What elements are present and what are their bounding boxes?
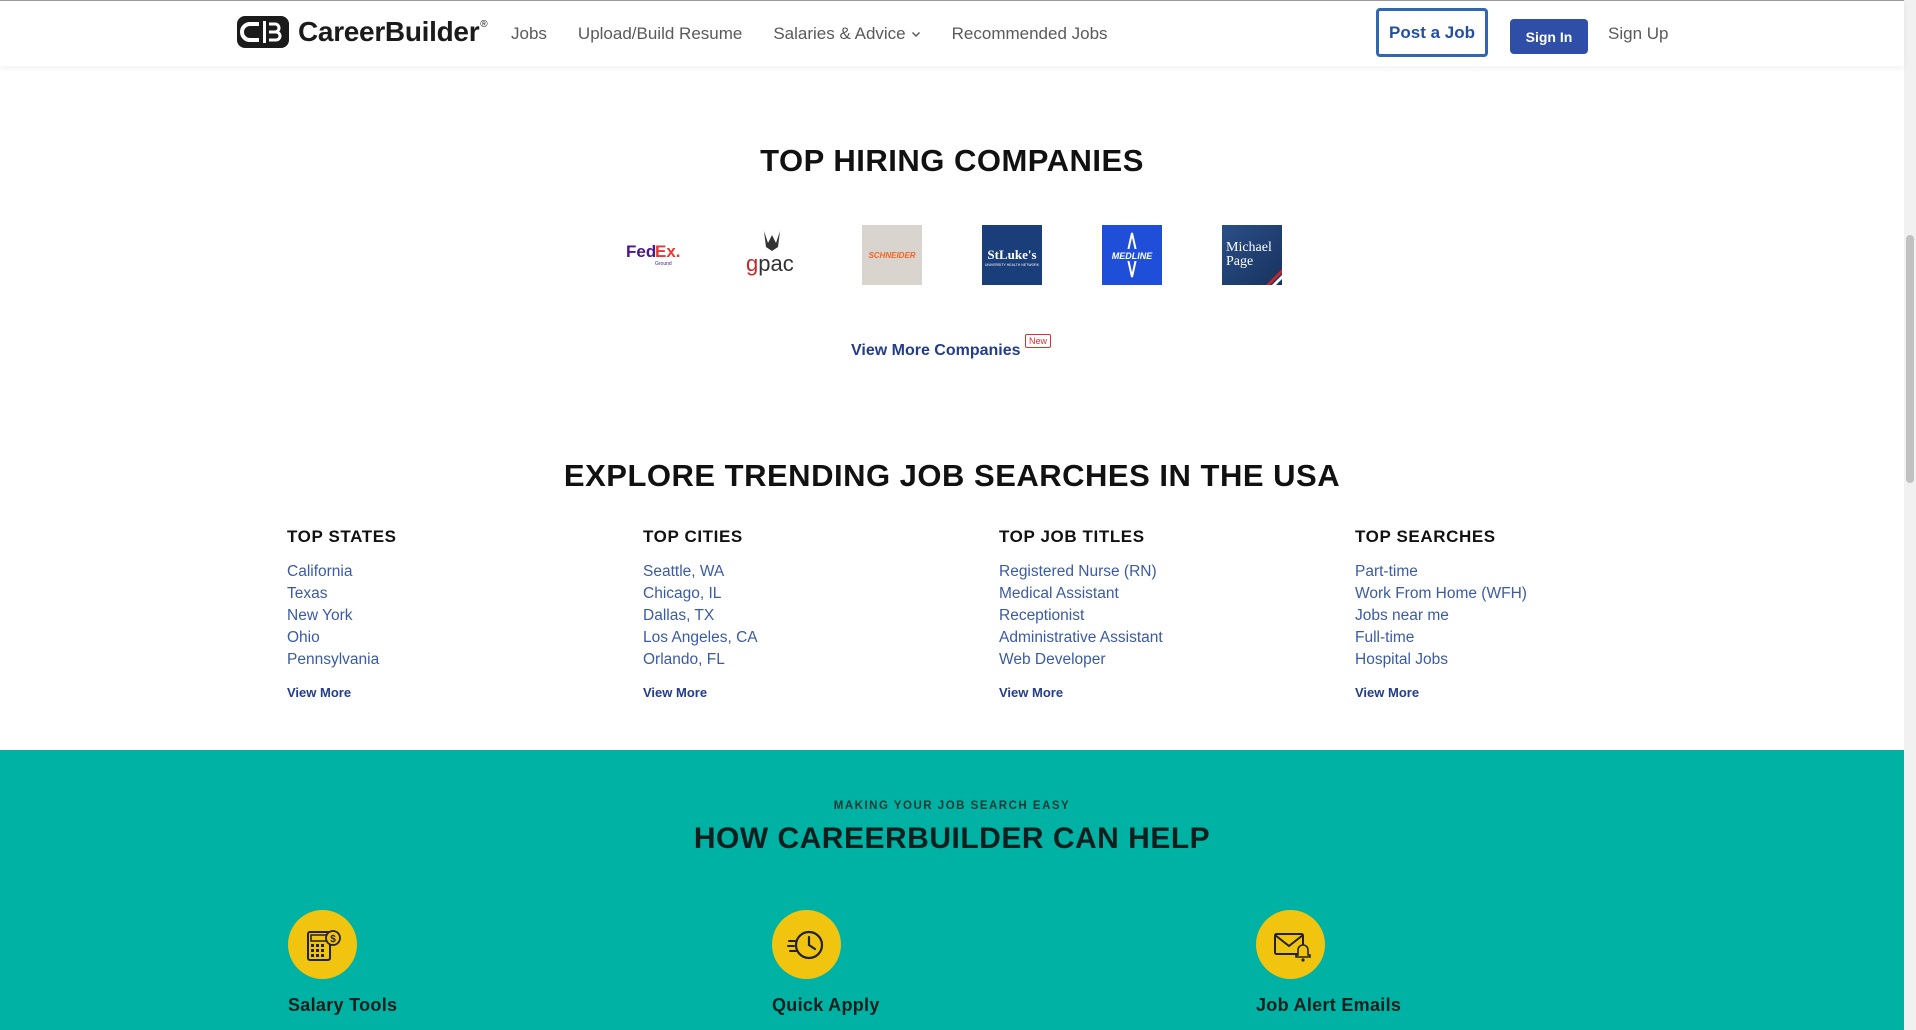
top-job-titles-column: TOP JOB TITLES Registered Nurse (RN) Med… [999, 527, 1329, 700]
state-link[interactable]: California [287, 561, 617, 583]
view-more-states-link[interactable]: View More [287, 685, 617, 700]
st-lukes-icon: StLuke's UNIVERSITY HEALTH NETWORK [985, 247, 1040, 267]
trending-title: EXPLORE TRENDING JOB SEARCHES IN THE USA [563, 458, 1341, 493]
quick-apply-label: Quick Apply [772, 995, 880, 1015]
nav-recommended-jobs[interactable]: Recommended Jobs [952, 24, 1108, 44]
quick-apply-feature[interactable]: Quick Apply [772, 910, 879, 1015]
job-title-link[interactable]: Medical Assistant [999, 583, 1329, 605]
state-link[interactable]: Pennsylvania [287, 649, 617, 671]
help-title: HOW CAREERBUILDER CAN HELP [693, 822, 1211, 855]
nav-jobs[interactable]: Jobs [511, 24, 547, 44]
state-link[interactable]: New York [287, 605, 617, 627]
registered-mark: ® [480, 18, 488, 30]
michael-page-icon: Michael Page [1226, 240, 1282, 285]
post-job-button[interactable]: Post a Job [1376, 8, 1488, 57]
svg-text:Ex.: Ex. [655, 242, 681, 261]
view-more-job-titles-link[interactable]: View More [999, 685, 1329, 700]
schneider-logo[interactable]: SCHNEIDER [862, 225, 922, 285]
calculator-icon: $ [288, 910, 357, 979]
salary-tools-feature[interactable]: $ Salary Tools [288, 910, 397, 1015]
view-more-companies-link[interactable]: View More Companies [851, 342, 1021, 360]
search-link[interactable]: Hospital Jobs [1355, 649, 1685, 671]
brand-name: CareerBuilder [298, 16, 480, 47]
svg-text:gpac: gpac [746, 251, 794, 276]
city-link[interactable]: Dallas, TX [643, 605, 973, 627]
search-link[interactable]: Jobs near me [1355, 605, 1685, 627]
schneider-icon: SCHNEIDER [868, 251, 915, 260]
medline-logo[interactable]: MEDLINE [1102, 225, 1162, 285]
column-heading: TOP SEARCHES [1355, 527, 1496, 546]
company-logo-row: Fed Ex. Ground gpac SCHNEIDER StLuke's U… [0, 225, 1904, 285]
top-cities-column: TOP CITIES Seattle, WA Chicago, IL Dalla… [643, 527, 973, 700]
michael-page-logo[interactable]: Michael Page [1222, 225, 1282, 285]
fedex-logo[interactable]: Fed Ex. Ground [622, 225, 682, 285]
view-more-searches-link[interactable]: View More [1355, 685, 1685, 700]
job-alert-emails-label: Job Alert Emails [1256, 995, 1402, 1015]
svg-text:Fed: Fed [626, 242, 656, 261]
city-link[interactable]: Seattle, WA [643, 561, 973, 583]
gpac-icon: gpac [746, 231, 794, 276]
nav-salaries-label: Salaries & Advice [773, 24, 906, 43]
svg-text:$: $ [330, 934, 336, 945]
medline-icon: MEDLINE [1108, 232, 1156, 278]
sign-up-link[interactable]: Sign Up [1608, 24, 1668, 44]
svg-text:SCHNEIDER: SCHNEIDER [868, 251, 915, 260]
help-kicker: MAKING YOUR JOB SEARCH EASY [833, 800, 1071, 812]
st-lukes-logo[interactable]: StLuke's UNIVERSITY HEALTH NETWORK [982, 225, 1042, 285]
nav-upload-resume[interactable]: Upload/Build Resume [578, 24, 742, 44]
svg-text:Page: Page [1226, 254, 1253, 269]
search-link[interactable]: Full-time [1355, 627, 1685, 649]
fedex-icon: Fed Ex. Ground [626, 242, 681, 267]
sign-in-button[interactable]: Sign In [1510, 19, 1588, 54]
companies-title: TOP HIRING COMPANIES [760, 143, 1144, 178]
new-badge: New [1025, 334, 1052, 348]
mail-alert-icon [1256, 910, 1325, 979]
main-nav: Jobs Upload/Build Resume Salaries & Advi… [511, 1, 1139, 67]
chevron-down-icon [911, 31, 920, 38]
job-title-link[interactable]: Administrative Assistant [999, 627, 1329, 649]
city-link[interactable]: Chicago, IL [643, 583, 973, 605]
gpac-logo[interactable]: gpac [742, 225, 802, 285]
top-searches-column: TOP SEARCHES Part-time Work From Home (W… [1355, 527, 1685, 700]
job-title-link[interactable]: Web Developer [999, 649, 1329, 671]
city-link[interactable]: Los Angeles, CA [643, 627, 973, 649]
job-title-link[interactable]: Registered Nurse (RN) [999, 561, 1329, 583]
salary-tools-label: Salary Tools [288, 995, 398, 1015]
view-more-cities-link[interactable]: View More [643, 685, 973, 700]
column-heading: TOP JOB TITLES [999, 527, 1145, 546]
svg-text:Michael: Michael [1226, 240, 1272, 255]
search-link[interactable]: Work From Home (WFH) [1355, 583, 1685, 605]
help-section: MAKING YOUR JOB SEARCH EASY HOW CAREERBU… [0, 750, 1904, 1030]
column-heading: TOP STATES [287, 527, 397, 546]
careerbuilder-mark-icon [237, 16, 289, 48]
svg-text:Ground: Ground [655, 261, 672, 267]
svg-text:MEDLINE: MEDLINE [1112, 251, 1153, 261]
clock-icon [772, 910, 841, 979]
top-states-column: TOP STATES California Texas New York Ohi… [287, 527, 617, 700]
nav-salaries-advice[interactable]: Salaries & Advice [773, 24, 920, 44]
vertical-scrollbar[interactable] [1904, 0, 1916, 1030]
search-link[interactable]: Part-time [1355, 561, 1685, 583]
column-heading: TOP CITIES [643, 527, 743, 546]
scrollbar-thumb[interactable] [1906, 235, 1914, 483]
state-link[interactable]: Ohio [287, 627, 617, 649]
job-title-link[interactable]: Receptionist [999, 605, 1329, 627]
job-alert-emails-feature[interactable]: Job Alert Emails [1256, 910, 1401, 1015]
careerbuilder-logo[interactable]: CareerBuilder ® [237, 16, 488, 48]
svg-text:StLuke's: StLuke's [987, 247, 1036, 262]
top-header: CareerBuilder ® Jobs Upload/Build Resume … [0, 0, 1904, 66]
city-link[interactable]: Orlando, FL [643, 649, 973, 671]
svg-text:UNIVERSITY HEALTH NETWORK: UNIVERSITY HEALTH NETWORK [985, 263, 1040, 267]
state-link[interactable]: Texas [287, 583, 617, 605]
